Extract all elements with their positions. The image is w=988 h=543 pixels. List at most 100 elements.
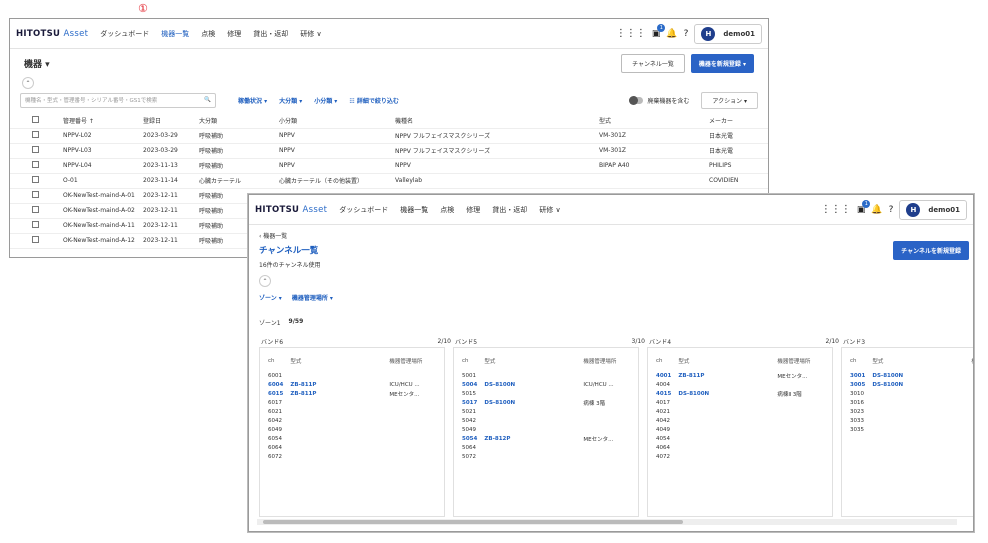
- table-row[interactable]: O-01 2023-11-14 心臓カテーテル 心臓カテーテル（その他装置） Valle…: [10, 173, 768, 189]
- search-input[interactable]: 機種名・型式・管理番号・シリアル番号・GS1で検索 🔍: [20, 92, 216, 108]
- col-management-no[interactable]: 管理番号 ↑: [43, 113, 139, 129]
- channel-model[interactable]: ZB-811P: [290, 382, 389, 388]
- menu-grid-icon-2[interactable]: ⋮⋮⋮: [821, 204, 851, 215]
- channel-number[interactable]: 4001: [656, 373, 678, 379]
- col-registered[interactable]: 登録日: [139, 113, 195, 129]
- channel-number[interactable]: 3001: [850, 373, 872, 379]
- channel-model[interactable]: ZB-811P: [678, 373, 777, 379]
- channel-number[interactable]: 5017: [462, 400, 484, 406]
- nav-dashboard-2[interactable]: ダッシュボード: [339, 205, 388, 215]
- channel-model[interactable]: DS-8100N: [872, 373, 971, 379]
- row-checkbox[interactable]: [32, 146, 39, 153]
- channel-row[interactable]: 5017 DS-8100N 病棟 3階: [462, 398, 630, 407]
- channel-list-button[interactable]: チャンネル一覧: [621, 53, 685, 73]
- toggle-switch[interactable]: [629, 95, 644, 105]
- table-row[interactable]: NPPV-L04 2023-11-13 呼吸補助 NPPV NPPV BIPAP A40 P…: [10, 158, 768, 174]
- nav-dashboard[interactable]: ダッシュボード: [100, 29, 149, 39]
- row-checkbox[interactable]: [32, 206, 39, 213]
- app-logo-2[interactable]: HITOTSU Asset: [255, 205, 327, 215]
- select-all-checkbox[interactable]: [32, 115, 39, 123]
- col-minor[interactable]: 小分類: [275, 113, 391, 129]
- nav-equipment-list-2[interactable]: 機器一覧: [400, 205, 428, 215]
- col-model: 型式: [678, 358, 690, 365]
- table-row[interactable]: NPPV-L02 2023-03-29 呼吸補助 NPPV NPPV フルフェイスマスク…: [10, 128, 768, 144]
- channel-model[interactable]: ZB-812P: [484, 436, 583, 442]
- bell-icon[interactable]: 🔔: [666, 29, 677, 39]
- collapse-toggle-icon[interactable]: ⌃: [22, 77, 34, 89]
- register-equipment-button[interactable]: 機器を新規登録 ▾: [690, 53, 754, 73]
- nav-training-2[interactable]: 研修 ∨: [539, 205, 560, 215]
- channel-row[interactable]: 6004 ZB-811P ICU/HCU ...: [268, 380, 436, 389]
- nav-repair[interactable]: 修理: [227, 29, 241, 39]
- channel-model[interactable]: DS-8100N: [678, 391, 777, 397]
- row-checkbox[interactable]: [32, 161, 39, 168]
- filter-status[interactable]: 稼働状況 ▾: [238, 96, 267, 105]
- channel-row[interactable]: 3005 DS-8100N: [850, 380, 973, 389]
- page-title[interactable]: 機器 ▾: [24, 57, 50, 70]
- channel-model[interactable]: DS-8100N: [484, 382, 583, 388]
- channel-number: 5021: [462, 408, 476, 415]
- search-icon[interactable]: 🔍: [204, 97, 211, 103]
- include-disposed-toggle[interactable]: 廃棄機器を含む: [629, 95, 689, 105]
- app-logo[interactable]: HITOTSU Asset: [16, 29, 88, 39]
- channel-row[interactable]: 5004 DS-8100N ICU/HCU ...: [462, 380, 630, 389]
- col-major[interactable]: 大分類: [195, 113, 275, 129]
- inbox-icon-2[interactable]: ▣ 1: [857, 199, 871, 215]
- help-icon[interactable]: ?: [684, 29, 689, 39]
- inbox-icon[interactable]: ▣ 1: [652, 23, 666, 39]
- nav-training[interactable]: 研修 ∨: [300, 29, 321, 39]
- action-dropdown[interactable]: アクション ▾: [701, 91, 758, 109]
- scrollbar-thumb[interactable]: [263, 520, 683, 524]
- horizontal-scrollbar[interactable]: [257, 519, 957, 525]
- channel-number[interactable]: 5054: [462, 436, 484, 442]
- menu-grid-icon[interactable]: ⋮⋮⋮: [616, 28, 646, 39]
- channel-row[interactable]: 3001 DS-8100N: [850, 371, 973, 380]
- help-icon-2[interactable]: ?: [889, 205, 894, 215]
- channel-model[interactable]: ZB-811P: [290, 391, 389, 397]
- band-table-header: ch 型式 機器管理場所: [850, 356, 973, 365]
- nav-lending[interactable]: 貸出・返却: [253, 29, 288, 39]
- user-menu[interactable]: H demo01: [694, 23, 762, 44]
- row-checkbox[interactable]: [32, 236, 39, 243]
- channel-row[interactable]: 5054 ZB-812P MEセンタ...: [462, 434, 630, 443]
- zone-filter[interactable]: ゾーン ▾: [259, 293, 282, 302]
- table-cell: 呼吸補助: [195, 143, 275, 159]
- table-row[interactable]: NPPV-L03 2023-03-29 呼吸補助 NPPV NPPV フルフェイスマスク…: [10, 143, 768, 159]
- col-model-name[interactable]: 機種名: [391, 113, 595, 129]
- filter-detail[interactable]: ☷ 詳細で絞り込む: [349, 96, 399, 105]
- back-link[interactable]: ‹ 機器一覧: [259, 231, 963, 240]
- row-checkbox[interactable]: [32, 176, 39, 183]
- col-maker[interactable]: メーカー: [705, 113, 768, 129]
- channel-model[interactable]: DS-8100N: [872, 382, 971, 388]
- nav-repair-2[interactable]: 修理: [466, 205, 480, 215]
- register-channel-button[interactable]: チャンネルを新規登録: [893, 241, 969, 260]
- nav-lending-2[interactable]: 貸出・返却: [492, 205, 527, 215]
- channel-number[interactable]: 4015: [656, 391, 678, 397]
- channel-number[interactable]: 3005: [850, 382, 872, 388]
- band-header: バンド3: [841, 335, 973, 347]
- table-cell: OK-NewTest-maind-A-11: [43, 218, 139, 234]
- channel-row[interactable]: 6015 ZB-811P MEセンタ...: [268, 389, 436, 398]
- table-cell: O-01: [43, 173, 139, 189]
- channel-number[interactable]: 6004: [268, 382, 290, 388]
- table-cell: OK-NewTest-maind-A-02: [43, 203, 139, 219]
- channel-row: 6054: [268, 434, 436, 443]
- bell-icon-2[interactable]: 🔔: [871, 205, 882, 215]
- nav-equipment-list[interactable]: 機器一覧: [161, 29, 189, 39]
- channel-row[interactable]: 4015 DS-8100N 病棟Ⅱ 3階: [656, 389, 824, 398]
- filter-minor-category[interactable]: 小分類 ▾: [314, 96, 337, 105]
- nav-inspection[interactable]: 点検: [201, 29, 215, 39]
- row-checkbox[interactable]: [32, 221, 39, 228]
- row-checkbox[interactable]: [32, 191, 39, 198]
- row-checkbox[interactable]: [32, 131, 39, 138]
- collapse-toggle-icon-2[interactable]: ⌃: [259, 275, 271, 287]
- location-filter[interactable]: 機器管理場所 ▾: [292, 293, 333, 302]
- channel-number[interactable]: 6015: [268, 391, 290, 397]
- channel-model[interactable]: DS-8100N: [484, 400, 583, 406]
- col-model[interactable]: 型式: [595, 113, 705, 129]
- channel-row[interactable]: 4001 ZB-811P MEセンタ...: [656, 371, 824, 380]
- channel-number[interactable]: 5004: [462, 382, 484, 388]
- user-menu-2[interactable]: H demo01: [899, 199, 967, 220]
- nav-inspection-2[interactable]: 点検: [440, 205, 454, 215]
- filter-major-category[interactable]: 大分類 ▾: [279, 96, 302, 105]
